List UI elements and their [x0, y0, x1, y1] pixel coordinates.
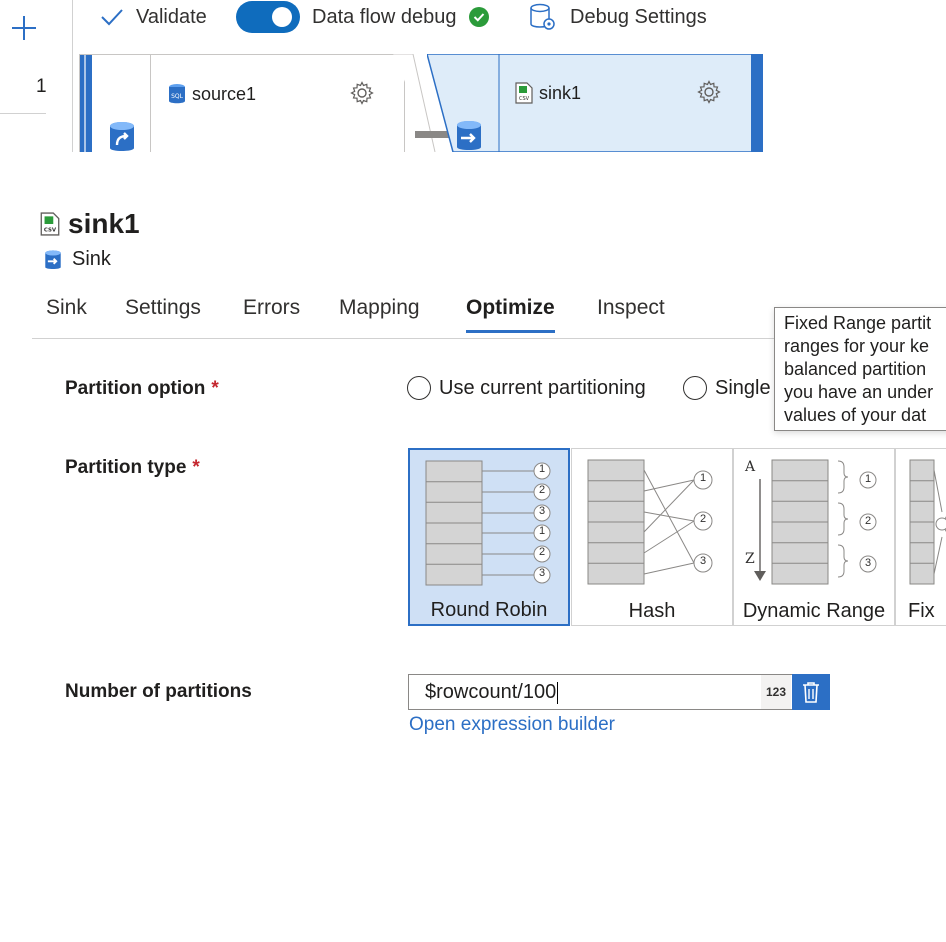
hash-number: 2	[699, 513, 707, 525]
toggle-knob	[272, 7, 292, 27]
partition-type-hash[interactable]: 1 2 3 Hash	[571, 448, 733, 626]
toggle-switch[interactable]	[236, 1, 300, 33]
range-letter-z: Z	[745, 551, 755, 567]
fixed-range-diagram	[909, 459, 946, 585]
radio-label: Single	[715, 376, 771, 399]
properties-panel: CSV sink1 Sink Sink Settings Errors Mapp…	[0, 152, 946, 942]
checkmark-icon	[101, 9, 123, 26]
tab-sink[interactable]: Sink	[46, 296, 87, 330]
radio-label: Use current partitioning	[439, 376, 646, 399]
partition-type-fixed-range[interactable]: Fix	[895, 448, 946, 626]
sink1-node-label: sink1	[539, 82, 582, 103]
tab-mapping[interactable]: Mapping	[339, 296, 420, 330]
data-flow-canvas: SQL source1 CSV sink1	[73, 40, 946, 152]
success-check-icon	[468, 7, 489, 27]
source1-label: source1	[192, 83, 257, 104]
csv-file-icon: CSV	[40, 212, 60, 236]
gear-icon[interactable]	[350, 81, 374, 105]
csv-file-icon: CSV	[515, 82, 533, 104]
node-divider	[150, 55, 151, 152]
page-title: CSV sink1	[40, 208, 140, 240]
num-partitions-expression-input[interactable]: $rowcount/100 123	[408, 674, 830, 710]
source-type-icon	[108, 121, 136, 152]
tooltip-line: ranges for your ke	[784, 336, 930, 356]
debug-label: Data flow debug	[312, 5, 457, 28]
sql-database-icon: SQL	[169, 84, 185, 104]
tooltip-line: you have an under	[784, 382, 934, 402]
trash-icon	[803, 682, 819, 703]
source1-title: SQL source1	[168, 83, 256, 105]
source1-node[interactable]: SQL source1	[79, 54, 405, 152]
rr-number: 3	[538, 505, 546, 517]
sink-icon	[45, 249, 61, 269]
tab-settings[interactable]: Settings	[125, 296, 201, 330]
gear-icon[interactable]	[697, 80, 721, 104]
rr-number: 1	[538, 463, 546, 475]
tooltip-line: Fixed Range partit	[784, 313, 932, 333]
plus-icon[interactable]	[10, 14, 38, 42]
radio-use-current-partitioning[interactable]: Use current partitioning	[407, 376, 646, 400]
tab-errors[interactable]: Errors	[243, 296, 300, 330]
partition-type-label-text: Round Robin	[430, 599, 548, 621]
tab-inspect[interactable]: Inspect	[597, 296, 665, 330]
partition-type-round-robin[interactable]: 1 2 3 1 2 3 Round Robin	[408, 448, 570, 626]
validate-label: Validate	[136, 5, 207, 28]
radio-single[interactable]: Single	[683, 376, 771, 400]
open-expression-builder-link[interactable]: Open expression builder	[409, 714, 615, 736]
debug-settings-label: Debug Settings	[570, 5, 707, 28]
svg-text:CSV: CSV	[44, 228, 57, 234]
partition-option-text: Partition option	[65, 378, 206, 399]
title-text: sink1	[68, 208, 140, 239]
svg-text:SQL: SQL	[171, 93, 184, 100]
tooltip-line: values of your dat	[784, 405, 927, 425]
gutter-divider	[0, 113, 46, 114]
subtitle-text: Sink	[72, 248, 111, 270]
partition-type-label-text: Hash	[628, 600, 676, 622]
rr-number: 2	[538, 546, 546, 558]
node-accent-bar	[80, 55, 92, 152]
hash-number: 1	[699, 472, 707, 484]
partition-type-label-text: Fix	[908, 600, 935, 622]
radio-circle[interactable]	[407, 376, 431, 400]
range-number: 2	[864, 515, 872, 527]
debug-settings-button[interactable]: Debug Settings	[528, 0, 707, 34]
num-partitions-label: Number of partitions	[65, 681, 252, 702]
radio-circle[interactable]	[683, 376, 707, 400]
svg-text:CSV: CSV	[519, 96, 530, 102]
rr-number: 2	[538, 484, 546, 496]
tab-optimize[interactable]: Optimize	[466, 296, 555, 333]
page-number: 1	[36, 76, 47, 97]
node-bar-stripe	[84, 55, 86, 152]
range-number: 1	[864, 473, 872, 485]
number-type-tag: 123	[761, 675, 791, 709]
expression-value[interactable]: $rowcount/100	[425, 681, 559, 704]
partition-option-label: Partition option *	[65, 378, 219, 400]
data-flow-debug-toggle[interactable]: Data flow debug	[236, 0, 489, 34]
range-number: 3	[864, 557, 872, 569]
required-mark: *	[192, 457, 200, 478]
debug-settings-icon	[530, 3, 555, 30]
partition-type-selector: 1 2 3 1 2 3 Round Robin 1 2 3 Hash A Z 1…	[408, 448, 946, 628]
sink1-title: CSV sink1	[515, 82, 581, 104]
hash-number: 3	[699, 555, 707, 567]
tooltip-line: balanced partition	[784, 359, 927, 379]
rr-number: 3	[538, 567, 546, 579]
text-caret	[557, 681, 559, 704]
expression-text: $rowcount/100	[425, 681, 557, 703]
partition-type-label-text: Dynamic Range	[742, 600, 886, 622]
partition-type-text: Partition type	[65, 457, 187, 478]
fixed-range-tooltip: Fixed Range partit ranges for your ke ba…	[774, 307, 946, 431]
range-letter-a: A	[745, 459, 756, 475]
delete-expression-button[interactable]	[792, 674, 830, 710]
left-gutter: 1	[0, 0, 73, 152]
partition-type-label: Partition type *	[65, 457, 200, 479]
partition-type-dynamic-range[interactable]: A Z 1 2 3 Dynamic Range	[733, 448, 895, 626]
sink-type-icon	[455, 120, 483, 152]
validate-button[interactable]: Validate	[100, 0, 207, 34]
required-mark: *	[211, 378, 219, 399]
page-subtitle: Sink	[44, 248, 111, 271]
rr-number: 1	[538, 525, 546, 537]
sink1-node[interactable]: CSV sink1	[427, 54, 763, 152]
